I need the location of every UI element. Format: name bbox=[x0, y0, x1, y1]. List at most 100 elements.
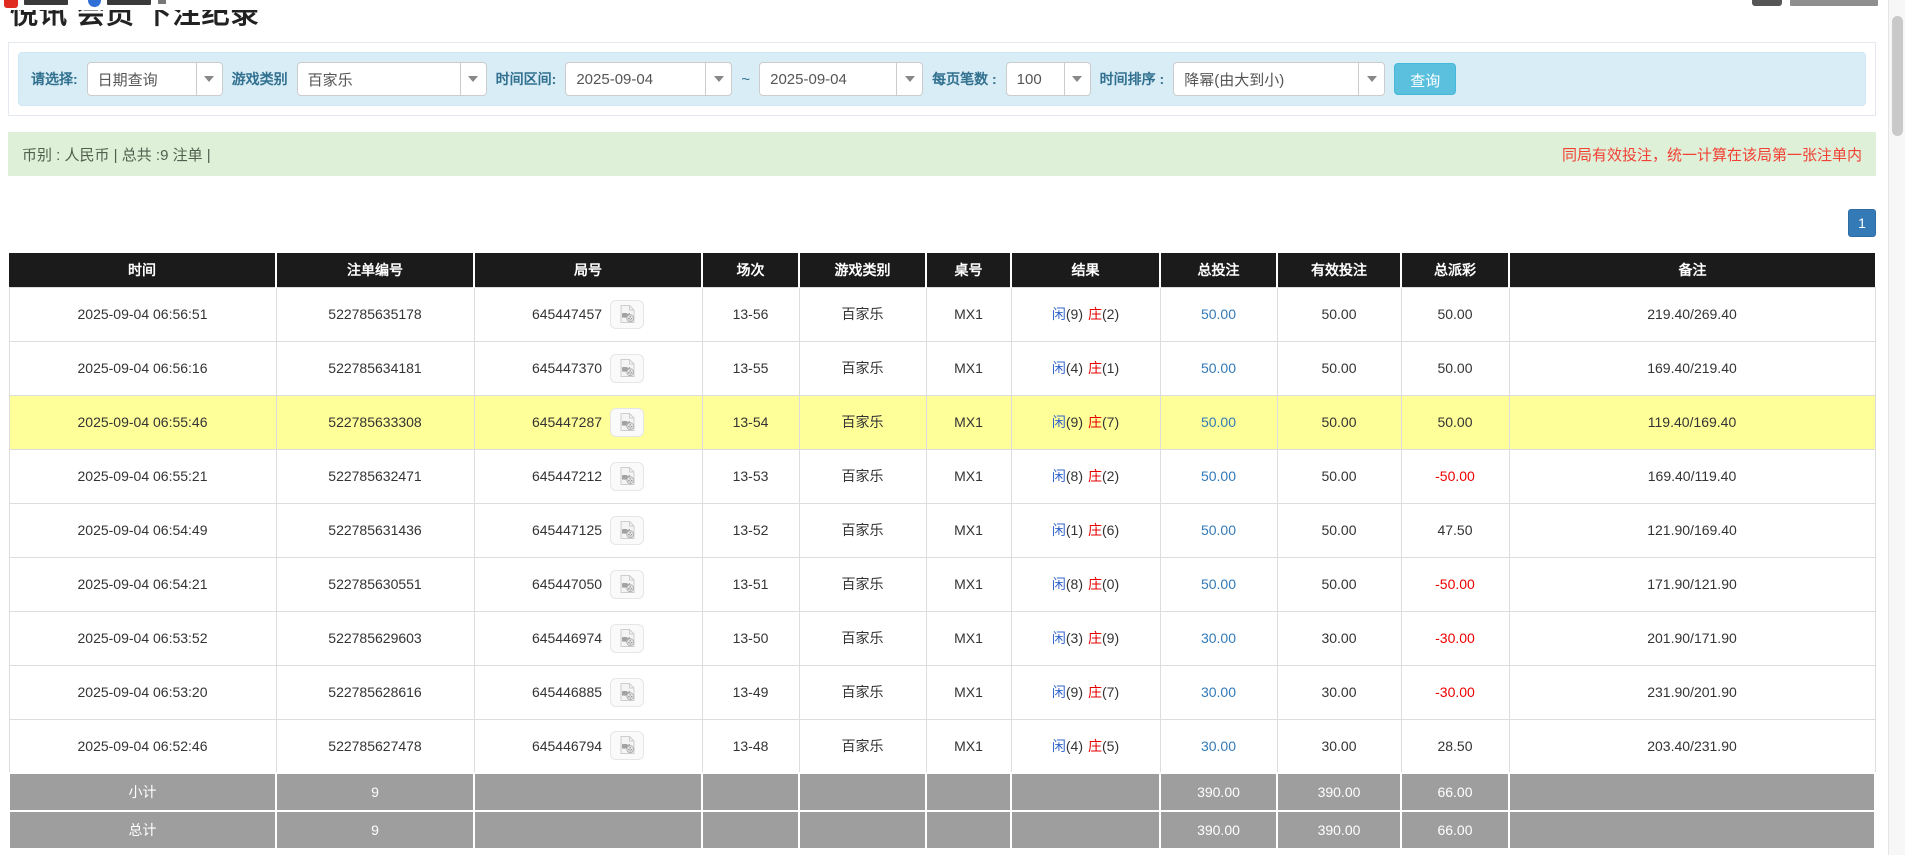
scrollbar-thumb[interactable] bbox=[1892, 16, 1903, 136]
total-bet-link[interactable]: 50.00 bbox=[1201, 468, 1236, 484]
cell-total-bet: 30.00 bbox=[1160, 611, 1277, 665]
bookmark-item[interactable] bbox=[24, 0, 68, 5]
game-category-value: 百家乐 bbox=[298, 69, 460, 90]
all-bookmarks-label[interactable] bbox=[1790, 0, 1878, 6]
round-id-value: 645447125 bbox=[532, 522, 602, 538]
cell-game-category: 百家乐 bbox=[799, 341, 926, 395]
total-total-bet: 390.00 bbox=[1160, 811, 1277, 849]
table-row: 2025-09-04 06:52:46 522785627478 6454467… bbox=[9, 719, 1875, 773]
cell-result: 闲(8)庄(0) bbox=[1011, 557, 1160, 611]
cell-game-category: 百家乐 bbox=[799, 395, 926, 449]
video-replay-button[interactable] bbox=[610, 570, 644, 599]
total-bet-link[interactable]: 50.00 bbox=[1201, 576, 1236, 592]
video-replay-button[interactable] bbox=[610, 624, 644, 653]
round-id-value: 645447457 bbox=[532, 306, 602, 322]
query-type-select[interactable]: 日期查询 bbox=[87, 62, 223, 96]
cell-game-category: 百家乐 bbox=[799, 611, 926, 665]
video-file-icon bbox=[617, 304, 637, 324]
chevron-down-icon[interactable] bbox=[705, 63, 731, 95]
total-count: 9 bbox=[276, 811, 474, 849]
video-replay-button[interactable] bbox=[610, 462, 644, 491]
round-id-value: 645446974 bbox=[532, 630, 602, 646]
video-replay-button[interactable] bbox=[610, 408, 644, 437]
result-banker: 庄 bbox=[1088, 522, 1102, 538]
chevron-down-icon[interactable] bbox=[1358, 63, 1384, 95]
cell-time: 2025-09-04 06:55:21 bbox=[9, 449, 276, 503]
cell-time: 2025-09-04 06:55:46 bbox=[9, 395, 276, 449]
sort-order-select[interactable]: 降幂(由大到小) bbox=[1173, 62, 1385, 96]
cell-round-id: 645446794 bbox=[474, 719, 702, 773]
total-bet-link[interactable]: 50.00 bbox=[1201, 414, 1236, 430]
result-player-points: (4) bbox=[1066, 738, 1083, 754]
game-category-select[interactable]: 百家乐 bbox=[297, 62, 487, 96]
bookmark-item[interactable] bbox=[107, 0, 151, 5]
cell-valid-bet: 50.00 bbox=[1277, 341, 1401, 395]
per-page-value: 100 bbox=[1007, 71, 1064, 88]
round-id-value: 645446885 bbox=[532, 684, 602, 700]
result-player-points: (8) bbox=[1066, 576, 1083, 592]
result-player: 闲 bbox=[1052, 576, 1066, 592]
result-banker: 庄 bbox=[1088, 576, 1102, 592]
date-from-select[interactable]: 2025-09-04 bbox=[565, 62, 732, 96]
round-id-value: 645446794 bbox=[532, 738, 602, 754]
per-page-select[interactable]: 100 bbox=[1006, 62, 1091, 96]
cell-total-bet: 50.00 bbox=[1160, 287, 1277, 341]
chevron-down-icon[interactable] bbox=[896, 63, 922, 95]
result-player: 闲 bbox=[1052, 630, 1066, 646]
video-replay-button[interactable] bbox=[610, 678, 644, 707]
video-replay-button[interactable] bbox=[610, 354, 644, 383]
page-title-container: 悦讯 会员 下注纪录 bbox=[0, 10, 1905, 34]
total-bet-link[interactable]: 50.00 bbox=[1201, 360, 1236, 376]
header-valid-bet: 有效投注 bbox=[1277, 253, 1401, 287]
date-to-select[interactable]: 2025-09-04 bbox=[759, 62, 923, 96]
cell-note: 169.40/119.40 bbox=[1509, 449, 1875, 503]
result-player-points: (9) bbox=[1066, 306, 1083, 322]
cell-bet-id: 522785630551 bbox=[276, 557, 474, 611]
cell-payout: 28.50 bbox=[1401, 719, 1509, 773]
cell-round-id: 645446885 bbox=[474, 665, 702, 719]
total-bet-link[interactable]: 50.00 bbox=[1201, 522, 1236, 538]
total-bet-link[interactable]: 50.00 bbox=[1201, 306, 1236, 322]
cell-round-id: 645447125 bbox=[474, 503, 702, 557]
search-button[interactable]: 查询 bbox=[1394, 63, 1456, 95]
round-id-value: 645447050 bbox=[532, 576, 602, 592]
cell-session: 13-52 bbox=[702, 503, 799, 557]
per-page-label: 每页笔数 : bbox=[932, 69, 997, 89]
subtotal-count: 9 bbox=[276, 773, 474, 811]
header-bet-id: 注单编号 bbox=[276, 253, 474, 287]
total-bet-link[interactable]: 30.00 bbox=[1201, 738, 1236, 754]
cell-result: 闲(1)庄(6) bbox=[1011, 503, 1160, 557]
subtotal-row: 小计 9 390.00 390.00 66.00 bbox=[9, 773, 1875, 811]
date-to-value: 2025-09-04 bbox=[760, 71, 896, 88]
total-bet-link[interactable]: 30.00 bbox=[1201, 684, 1236, 700]
scrollbar[interactable] bbox=[1888, 0, 1905, 855]
result-player-points: (8) bbox=[1066, 468, 1083, 484]
video-file-icon bbox=[617, 520, 637, 540]
cell-bet-id: 522785627478 bbox=[276, 719, 474, 773]
bookmark-favicon-blue-icon[interactable] bbox=[88, 0, 101, 7]
chevron-down-icon[interactable] bbox=[158, 0, 166, 4]
header-session: 场次 bbox=[702, 253, 799, 287]
bookmark-favicon-red-icon[interactable] bbox=[4, 0, 18, 8]
table-row: 2025-09-04 06:53:20 522785628616 6454468… bbox=[9, 665, 1875, 719]
filter-panel: 请选择: 日期查询 游戏类别 百家乐 时间区间: 2025-09-04 ~ 20… bbox=[8, 42, 1876, 116]
video-replay-button[interactable] bbox=[610, 516, 644, 545]
cell-note: 203.40/231.90 bbox=[1509, 719, 1875, 773]
total-bet-link[interactable]: 30.00 bbox=[1201, 630, 1236, 646]
header-game-category: 游戏类别 bbox=[799, 253, 926, 287]
filter-bar: 请选择: 日期查询 游戏类别 百家乐 时间区间: 2025-09-04 ~ 20… bbox=[18, 52, 1866, 106]
chevron-down-icon[interactable] bbox=[460, 63, 486, 95]
result-player-points: (9) bbox=[1066, 684, 1083, 700]
cell-note: 231.90/201.90 bbox=[1509, 665, 1875, 719]
cell-payout: -50.00 bbox=[1401, 557, 1509, 611]
cell-session: 13-48 bbox=[702, 719, 799, 773]
subtotal-label: 小计 bbox=[9, 773, 276, 811]
page-1-button[interactable]: 1 bbox=[1848, 209, 1876, 237]
chevron-down-icon[interactable] bbox=[1064, 63, 1090, 95]
subtotal-payout: 66.00 bbox=[1401, 773, 1509, 811]
bookmarks-folder-icon[interactable] bbox=[1752, 0, 1782, 6]
video-replay-button[interactable] bbox=[610, 731, 644, 760]
video-replay-button[interactable] bbox=[610, 300, 644, 329]
result-player: 闲 bbox=[1052, 738, 1066, 754]
chevron-down-icon[interactable] bbox=[196, 63, 222, 95]
